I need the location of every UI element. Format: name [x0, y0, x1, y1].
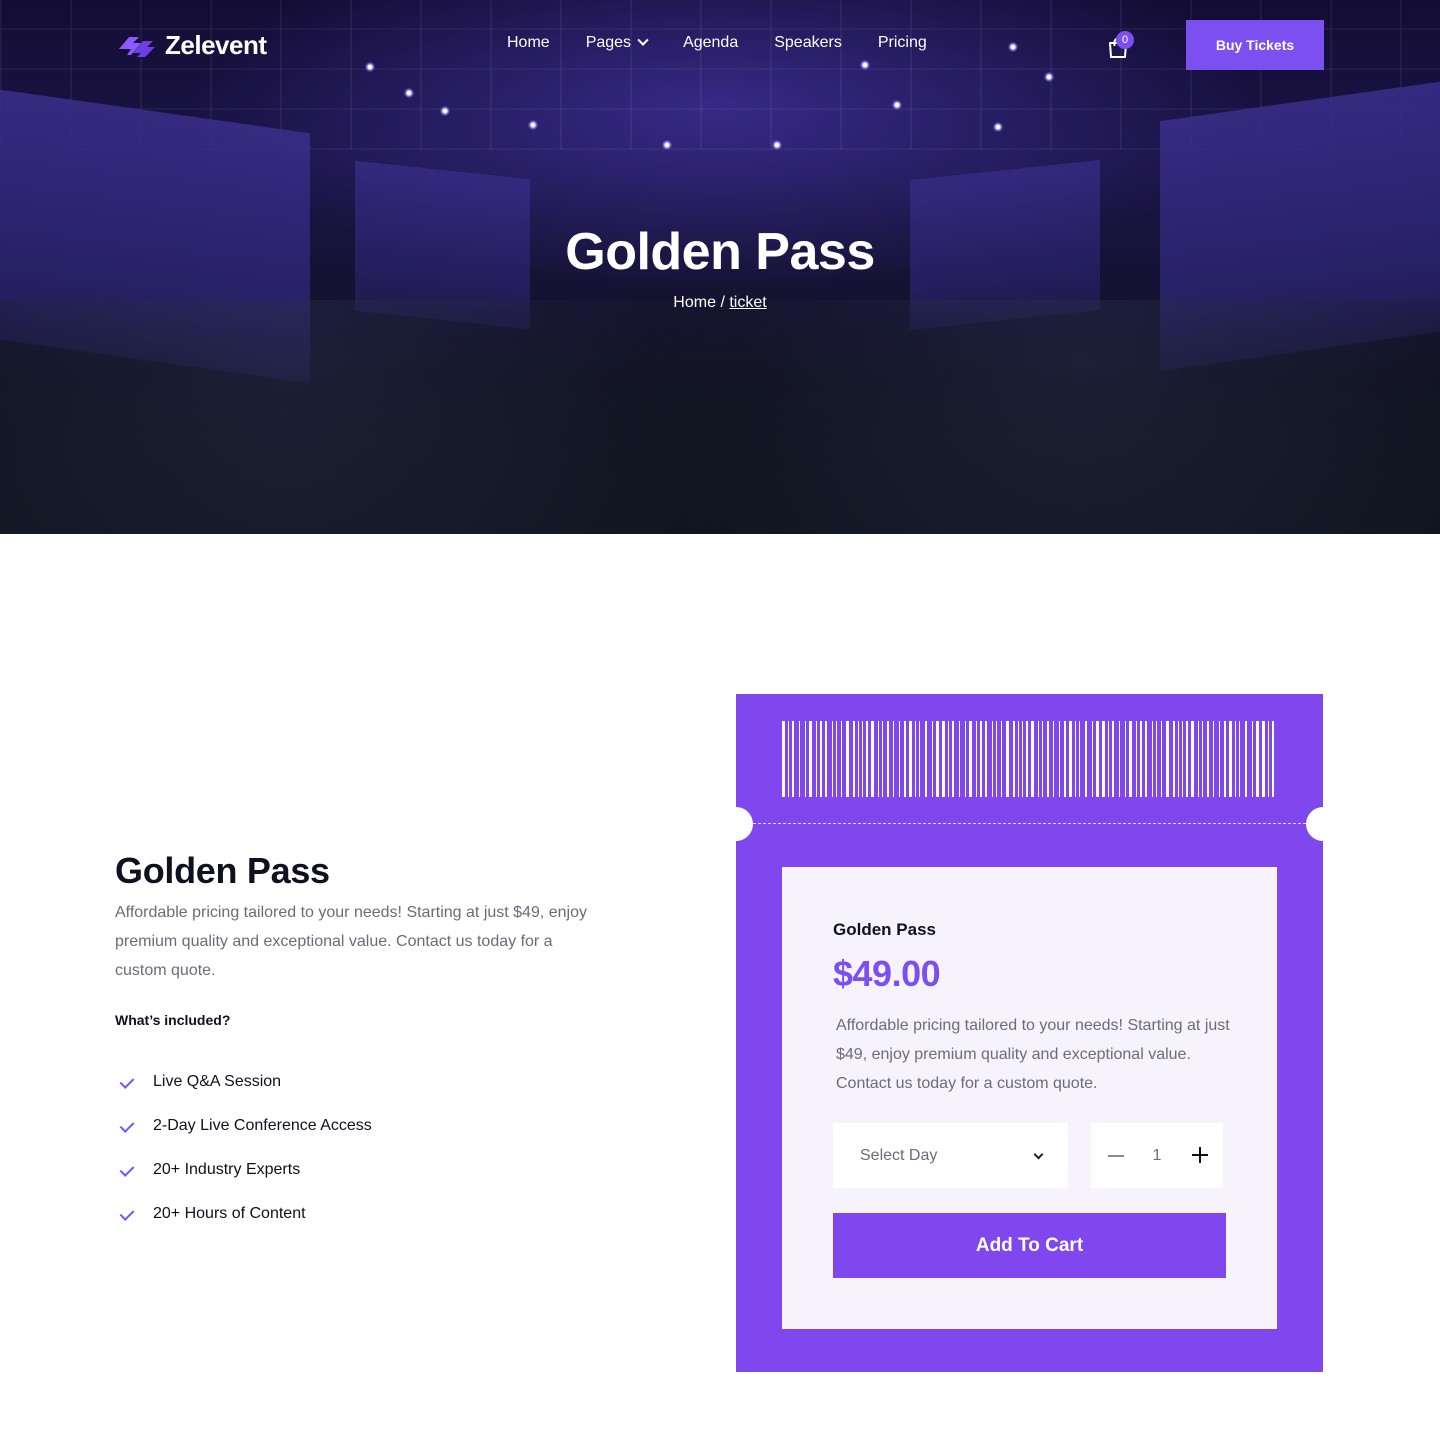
buy-tickets-button[interactable]: Buy Tickets	[1186, 20, 1324, 70]
stage-light	[662, 140, 672, 150]
pass-title: Golden Pass	[115, 850, 330, 891]
cart-count-badge: 0	[1116, 31, 1134, 49]
ticket-price: $49.00	[833, 953, 941, 994]
select-day-value: Select Day	[860, 1146, 938, 1164]
nav-item-pages[interactable]: Pages	[585, 34, 649, 52]
stage-light	[892, 100, 902, 110]
brand-logo[interactable]: Zelevent	[115, 30, 267, 60]
ticket-notch	[1306, 807, 1340, 841]
quantity-value[interactable]: 1	[1143, 1123, 1171, 1188]
check-icon	[120, 1163, 138, 1177]
stage-light	[993, 122, 1003, 132]
main-menu: Home Pages Agenda Speakers Pricing	[507, 34, 927, 52]
page-title: Golden Pass	[565, 223, 875, 281]
barcode-icon	[782, 721, 1274, 797]
minus-icon[interactable]	[1108, 1145, 1124, 1165]
list-item: 2-Day Live Conference Access	[120, 1104, 372, 1148]
pass-description: Affordable pricing tailored to your need…	[115, 904, 587, 979]
hero-crowd-backdrop	[0, 300, 1440, 534]
ticket-notch	[719, 807, 753, 841]
ticket-description: Affordable pricing tailored to your need…	[836, 1017, 1230, 1092]
check-icon	[120, 1207, 138, 1221]
nav-item-speakers[interactable]: Speakers	[774, 34, 842, 52]
included-features-list: Live Q&A Session 2-Day Live Conference A…	[120, 1060, 372, 1236]
brand-name: Zelevent	[165, 29, 267, 60]
check-icon	[120, 1119, 138, 1133]
breadcrumb-home-link[interactable]: Home	[673, 294, 716, 311]
top-navigation: Zelevent Home Pages Agenda Speakers Pric…	[0, 0, 1440, 92]
stage-light	[528, 120, 538, 130]
chevron-down-icon	[637, 34, 649, 46]
ticket-name: Golden Pass	[833, 920, 936, 939]
stage-light	[772, 140, 782, 150]
breadcrumb-separator: /	[720, 294, 725, 311]
list-item: 20+ Hours of Content	[120, 1192, 372, 1236]
add-to-cart-button[interactable]: Add To Cart	[833, 1213, 1226, 1278]
nav-item-pricing[interactable]: Pricing	[878, 34, 927, 52]
nav-item-pages-label: Pages	[585, 34, 632, 51]
select-day-dropdown[interactable]: Select Day	[833, 1123, 1068, 1188]
feature-label: 20+ Industry Experts	[153, 1161, 301, 1178]
nav-item-agenda[interactable]: Agenda	[683, 34, 738, 52]
ticket-purchase-panel: Golden Pass $49.00 Affordable pricing ta…	[782, 867, 1277, 1329]
list-item: 20+ Industry Experts	[120, 1148, 372, 1192]
breadcrumb: Home / ticket	[0, 294, 1440, 312]
feature-label: 2-Day Live Conference Access	[153, 1117, 372, 1134]
logo-icon	[115, 31, 157, 59]
list-item: Live Q&A Session	[120, 1060, 372, 1104]
stage-light	[440, 106, 450, 116]
check-icon	[120, 1075, 138, 1089]
included-heading: What’s included?	[115, 1012, 231, 1028]
quantity-stepper: 1	[1091, 1123, 1223, 1188]
plus-icon[interactable]	[1191, 1145, 1209, 1165]
chevron-down-icon	[1033, 1149, 1044, 1160]
feature-label: 20+ Hours of Content	[153, 1205, 306, 1222]
feature-label: Live Q&A Session	[153, 1073, 282, 1090]
nav-item-home[interactable]: Home	[507, 34, 550, 52]
breadcrumb-current[interactable]: ticket	[729, 294, 766, 311]
ticket-perforation	[753, 823, 1306, 824]
ticket-card: Golden Pass $49.00 Affordable pricing ta…	[719, 694, 1340, 1372]
